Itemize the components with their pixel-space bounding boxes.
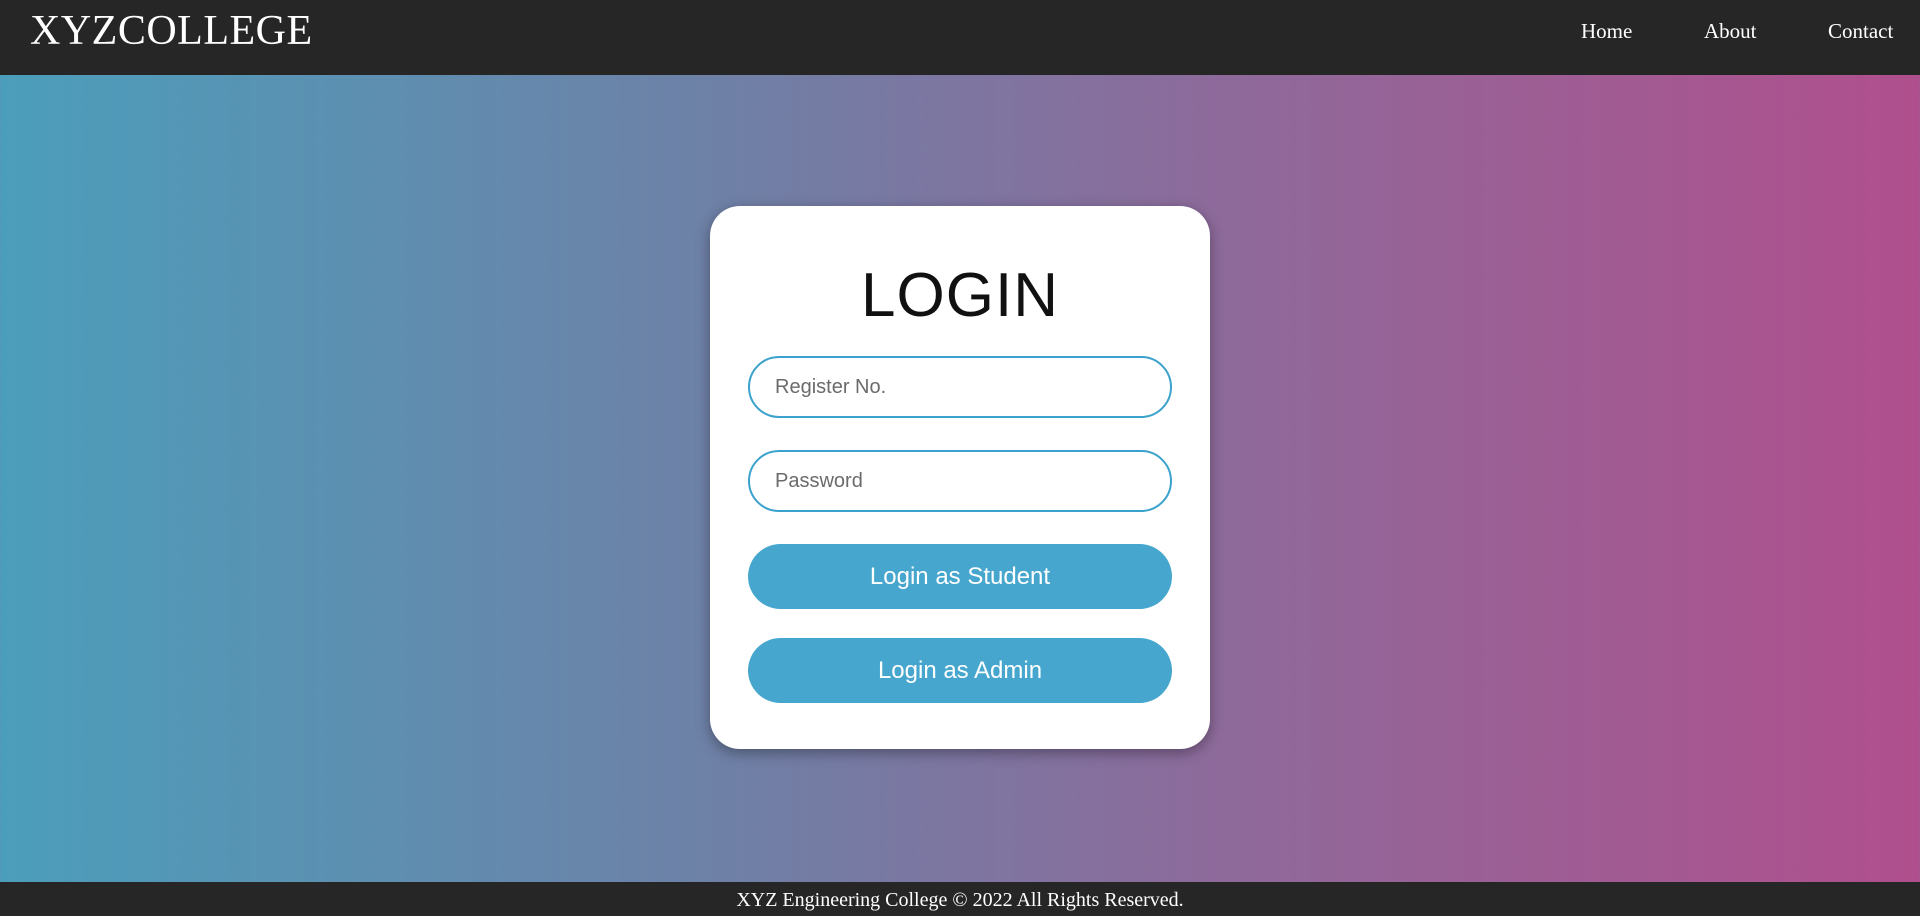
footer: XYZ Engineering College © 2022 All Right… [0,882,1920,916]
register-no-input[interactable] [748,356,1172,418]
nav-contact-link[interactable]: Contact [1828,19,1893,44]
navbar: XYZCOLLEGE Home About Contact [0,0,1920,75]
footer-copyright: XYZ Engineering College © 2022 All Right… [736,889,1184,911]
brand-logo[interactable]: XYZCOLLEGE [30,6,313,56]
nav-home-link[interactable]: Home [1581,19,1632,44]
password-input[interactable] [748,450,1172,512]
nav-about-link[interactable]: About [1704,19,1757,44]
login-title: LOGIN [861,261,1059,330]
login-admin-button[interactable]: Login as Admin [748,638,1172,703]
login-student-button[interactable]: Login as Student [748,544,1172,609]
login-card: LOGIN Login as Student Login as Admin [710,206,1210,749]
